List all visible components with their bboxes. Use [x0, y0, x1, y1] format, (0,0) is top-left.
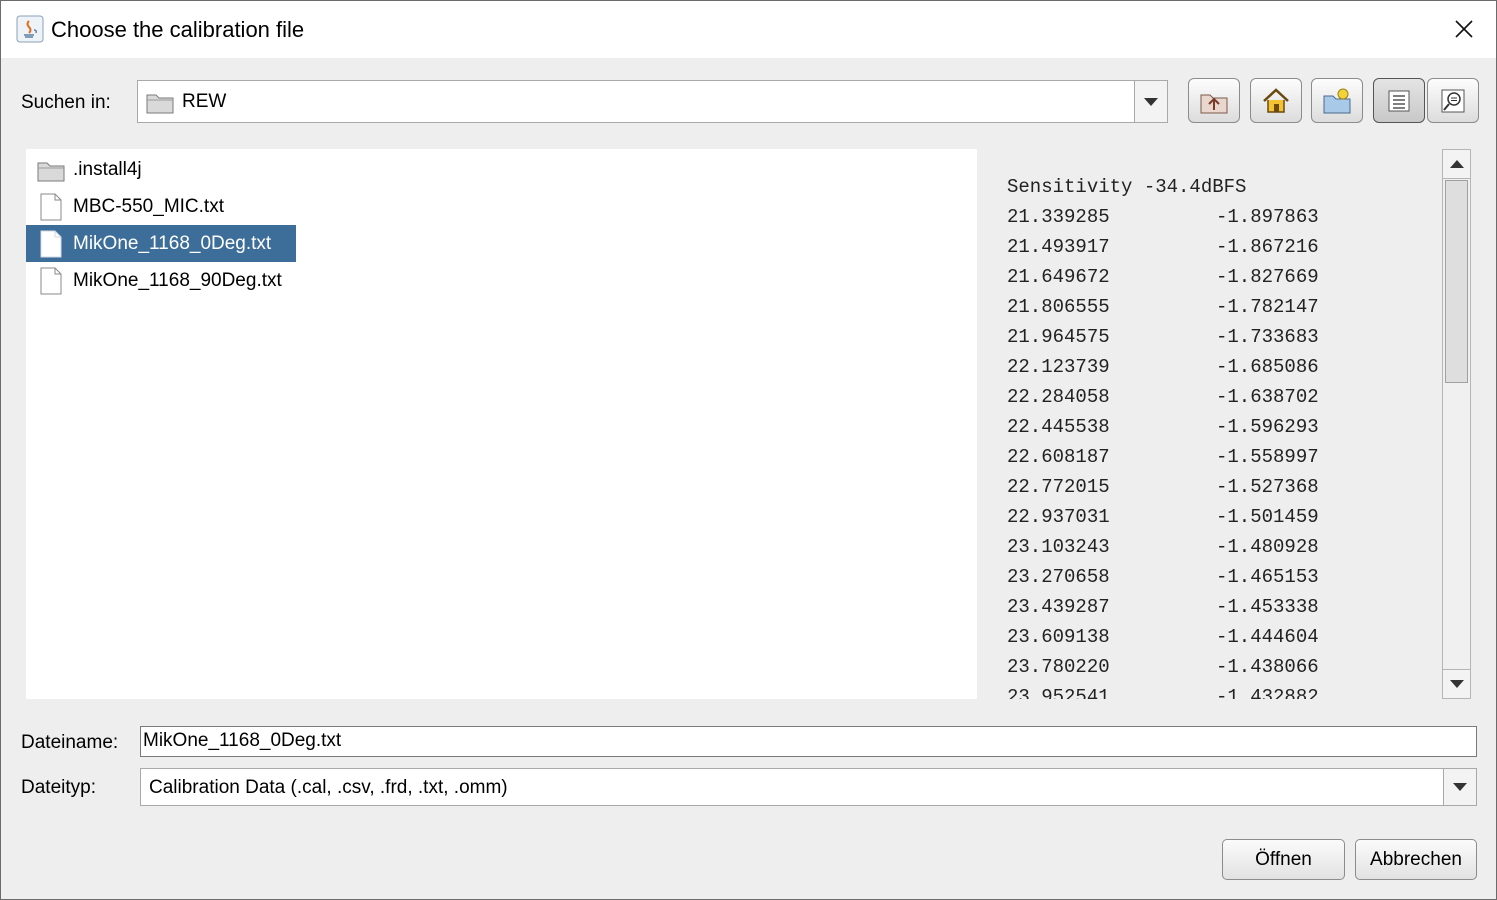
chevron-down-icon: [1453, 783, 1467, 791]
chevron-up-icon: [1449, 160, 1464, 168]
preview-gain-value: -1.438066: [1216, 656, 1319, 678]
file-list[interactable]: .install4j MBC-550_MIC.txt MikOne_1168_0…: [26, 149, 977, 699]
preview-gain-value: -1.480928: [1216, 536, 1319, 558]
folder-icon: [146, 94, 174, 114]
file-name: .install4j: [73, 158, 142, 180]
folder-up-icon: [1200, 94, 1228, 113]
window-title: Choose the calibration file: [51, 17, 305, 42]
preview-frequency-value: 23.609138: [1007, 626, 1110, 648]
open-button[interactable]: Öffnen: [1222, 839, 1345, 880]
file-name: MBC-550_MIC.txt: [73, 195, 224, 217]
file-name: MikOne_1168_90Deg.txt: [73, 269, 282, 291]
list-item[interactable]: MikOne_1168_90Deg.txt: [26, 262, 306, 299]
file-name: MikOne_1168_0Deg.txt: [73, 232, 272, 254]
close-button[interactable]: [1441, 9, 1487, 49]
home-icon: [1263, 87, 1289, 113]
preview-frequency-value: 21.649672: [1007, 266, 1110, 288]
preview-frequency-value: 23.780220: [1007, 656, 1110, 678]
filename-field[interactable]: MikOne_1168_0Deg.txt: [140, 726, 1477, 757]
scrollbar-thumb[interactable]: [1445, 180, 1468, 383]
preview-frequency-value: 21.339285: [1007, 206, 1110, 228]
preview-frequency-value: 22.772015: [1007, 476, 1110, 498]
folder-icon: [34, 155, 68, 185]
preview-gain-value: -1.685086: [1216, 356, 1319, 378]
preview-gain-value: -1.465153: [1216, 566, 1319, 588]
cancel-button[interactable]: Abbrechen: [1355, 839, 1477, 880]
list-item[interactable]: MBC-550_MIC.txt: [26, 188, 246, 225]
preview-header: Sensitivity -34.4dBFS: [1007, 176, 1247, 198]
list-view-icon: [1388, 90, 1410, 111]
preview-scrollbar[interactable]: [1442, 149, 1471, 699]
preview-gain-value: -1.453338: [1216, 596, 1319, 618]
preview-gain-value: -1.596293: [1216, 416, 1319, 438]
preview-gain-value: -1.782147: [1216, 296, 1319, 318]
java-app-icon: [16, 15, 44, 43]
scroll-down-button[interactable]: [1443, 669, 1470, 698]
preview-frequency-value: 22.608187: [1007, 446, 1110, 468]
file-preview: Sensitivity -34.4dBFS 21.339285 -1.897863…: [994, 149, 1441, 699]
preview-gain-value: -1.444604: [1216, 626, 1319, 648]
filetype-value: Calibration Data (.cal, .csv, .frd, .txt…: [149, 777, 508, 798]
preview-gain-value: -1.527368: [1216, 476, 1319, 498]
lookin-label: Suchen in:: [21, 92, 111, 113]
preview-gain-value: -1.638702: [1216, 386, 1319, 408]
new-folder-button[interactable]: [1311, 78, 1363, 123]
details-view-icon: [1441, 89, 1465, 112]
filetype-combo[interactable]: Calibration Data (.cal, .csv, .frd, .txt…: [140, 768, 1477, 806]
preview-frequency-value: 21.493917: [1007, 236, 1110, 258]
chevron-down-icon: [1144, 97, 1158, 106]
preview-frequency-value: 22.123739: [1007, 356, 1110, 378]
scroll-up-button[interactable]: [1443, 150, 1470, 179]
preview-frequency-value: 21.964575: [1007, 326, 1110, 348]
preview-frequency-value: 23.439287: [1007, 596, 1110, 618]
preview-gain-value: -1.867216: [1216, 236, 1319, 258]
preview-gain-value: -1.897863: [1216, 206, 1319, 228]
preview-gain-value: -1.432882: [1216, 686, 1319, 699]
lookin-combo[interactable]: REW: [137, 80, 1168, 123]
preview-frequency-value: 22.284058: [1007, 386, 1110, 408]
preview-gain-value: -1.501459: [1216, 506, 1319, 528]
title-bar: Choose the calibration file: [1, 1, 1496, 58]
preview-gain-value: -1.558997: [1216, 446, 1319, 468]
close-icon: [1455, 20, 1473, 38]
lookin-dropdown-button[interactable]: [1134, 81, 1167, 122]
chevron-down-icon: [1449, 680, 1464, 688]
file-chooser-dialog: Choose the calibration file Suchen in: R…: [0, 0, 1497, 900]
preview-frequency-value: 23.103243: [1007, 536, 1110, 558]
lookin-value: REW: [182, 91, 227, 112]
home-button[interactable]: [1250, 78, 1302, 123]
preview-frequency-value: 21.806555: [1007, 296, 1110, 318]
new-folder-icon: [1323, 88, 1351, 113]
filetype-label: Dateityp:: [21, 777, 96, 798]
up-one-level-button[interactable]: [1188, 78, 1240, 123]
filename-label: Dateiname:: [21, 732, 119, 753]
list-item[interactable]: .install4j: [26, 151, 166, 188]
file-icon: [34, 229, 68, 259]
details-view-button[interactable]: [1427, 78, 1479, 123]
preview-gain-value: -1.733683: [1216, 326, 1319, 348]
list-view-button[interactable]: [1373, 78, 1425, 123]
preview-frequency-value: 23.270658: [1007, 566, 1110, 588]
filetype-dropdown-button[interactable]: [1443, 769, 1476, 805]
preview-frequency-value: 22.937031: [1007, 506, 1110, 528]
file-icon: [34, 192, 68, 222]
list-item-selected[interactable]: MikOne_1168_0Deg.txt: [26, 225, 296, 262]
file-icon: [34, 266, 68, 296]
preview-gain-value: -1.827669: [1216, 266, 1319, 288]
preview-frequency-value: 23.952541: [1007, 686, 1110, 699]
preview-frequency-value: 22.445538: [1007, 416, 1110, 438]
